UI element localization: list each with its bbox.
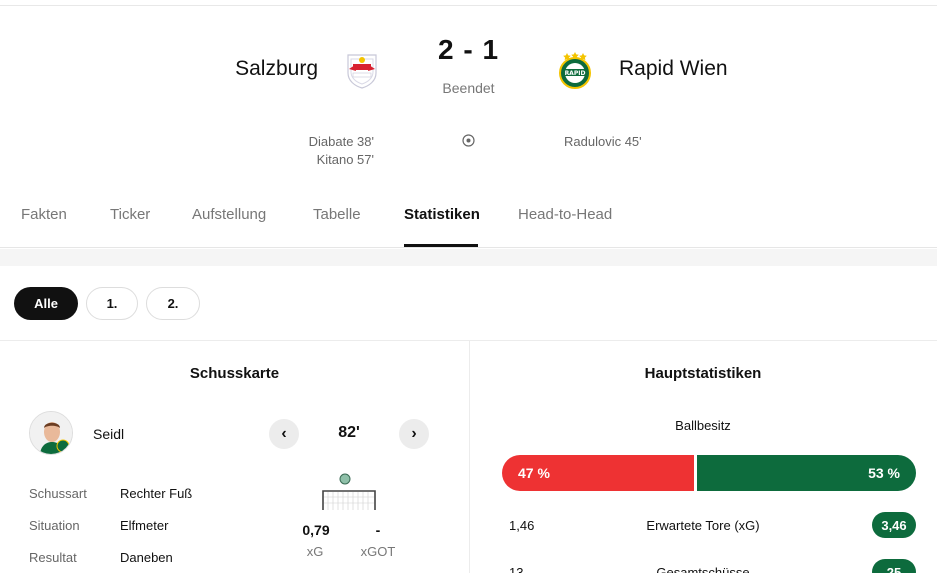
away-team-name[interactable]: Rapid Wien (619, 57, 728, 81)
next-shot-button[interactable]: › (399, 419, 429, 449)
xg-away-badge: 3,46 (872, 512, 916, 538)
filter-first-half-button[interactable]: 1. (86, 287, 138, 320)
possession-away-value: 53 % (868, 465, 900, 481)
possession-away-bar: 53 % (697, 455, 916, 491)
situation-value: Elfmeter (120, 518, 169, 533)
tab-tabelle[interactable]: Tabelle (313, 206, 361, 223)
player-name[interactable]: Seidl (93, 426, 124, 442)
svg-text:RAPID: RAPID (565, 70, 586, 77)
xg-away-value: 3,46 (881, 517, 907, 533)
tab-fakten[interactable]: Fakten (21, 206, 67, 223)
football-icon (462, 134, 475, 147)
away-scorer: Radulovic 45' (564, 134, 642, 149)
match-tabs: Fakten Ticker Aufstellung Tabelle Statis… (0, 196, 937, 248)
chevron-left-icon: ‹ (281, 425, 287, 442)
situation-label: Situation (29, 518, 80, 533)
home-scorer: Kitano 57' (316, 152, 374, 167)
result-value: Daneben (120, 550, 173, 565)
chevron-right-icon: › (411, 425, 417, 442)
filter-all-button[interactable]: Alle (14, 287, 78, 320)
tab-ticker[interactable]: Ticker (110, 206, 150, 223)
shots-away-badge: 25 (872, 559, 916, 573)
possession-home-bar: 47 % (502, 455, 694, 491)
section-separator (0, 249, 937, 266)
shot-minute: 82' (338, 424, 360, 441)
home-scorer: Diabate 38' (308, 134, 374, 149)
filter-second-half-button[interactable]: 2. (146, 287, 200, 320)
shot-type-label: Schussart (29, 486, 87, 501)
shots-away-value: 25 (886, 564, 902, 573)
xg-stat-label: Erwartete Tore (xG) (646, 518, 760, 533)
tab-aufstellung[interactable]: Aufstellung (192, 206, 266, 223)
tab-statistiken[interactable]: Statistiken (404, 206, 480, 223)
rapid-wien-crest-icon[interactable]: RAPID (556, 51, 594, 89)
xgot-label: xGOT (360, 544, 396, 559)
xg-label: xG (306, 544, 324, 559)
main-stats-title: Hauptstatistiken (644, 365, 762, 382)
possession-home-value: 47 % (518, 465, 550, 481)
tab-head-to-head[interactable]: Head-to-Head (518, 206, 612, 223)
active-tab-indicator (404, 244, 478, 247)
home-scorers: Diabate 38' Kitano 57' (309, 133, 374, 169)
xgot-value: - (375, 522, 381, 538)
result-label: Resultat (29, 550, 77, 565)
xg-value: 0,79 (302, 522, 330, 538)
match-score: 2 - 1 (437, 34, 500, 65)
possession-label: Ballbesitz (675, 418, 731, 433)
goal-shot-diagram (318, 470, 380, 512)
away-scorers: Radulovic 45' (564, 133, 642, 151)
player-avatar[interactable] (29, 411, 73, 455)
previous-shot-button[interactable]: ‹ (269, 419, 299, 449)
shot-type-value: Rechter Fuß (120, 486, 193, 501)
top-divider (0, 0, 937, 6)
shot-map-title: Schusskarte (189, 365, 280, 382)
shots-stat-label: Gesamtschüsse (656, 565, 750, 573)
match-status: Beendet (442, 80, 495, 96)
